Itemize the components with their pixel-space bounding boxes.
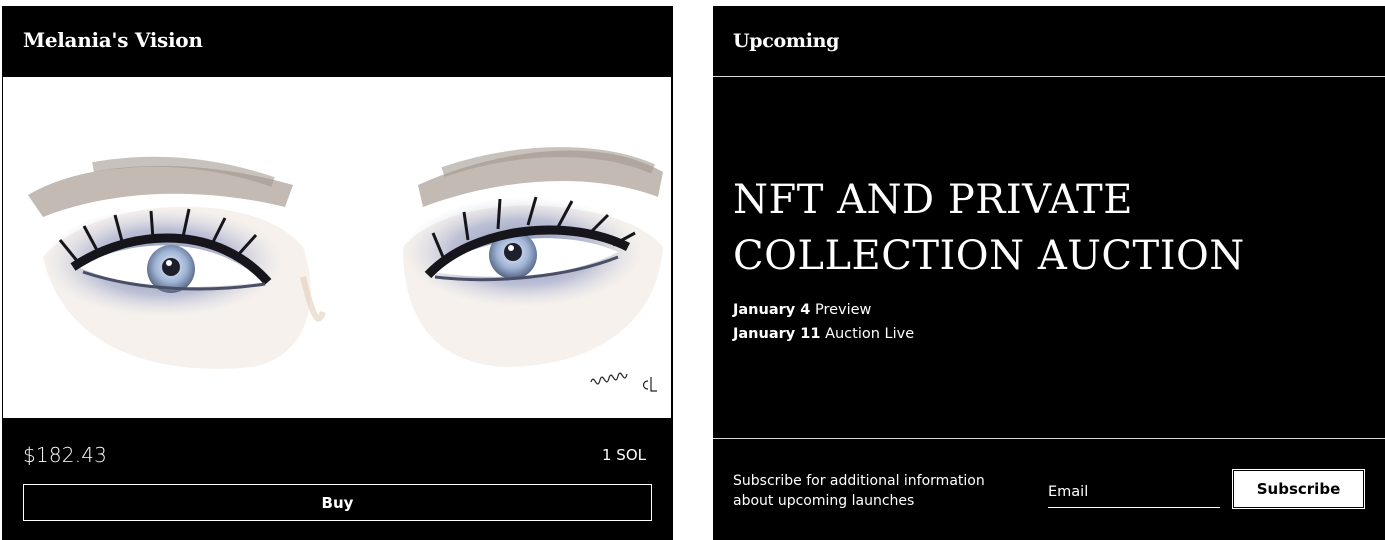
artwork-image	[28, 147, 663, 392]
subscribe-text: Subscribe for additional information abo…	[733, 473, 985, 509]
divider-bottom	[713, 438, 1385, 439]
divider-top	[713, 76, 1385, 77]
headline-line-2: COLLECTION AUCTION	[733, 233, 1245, 279]
date-auction-date: January 11	[733, 326, 821, 342]
date-preview-date: January 4	[733, 302, 811, 318]
product-title: Melania's Vision	[23, 28, 203, 52]
product-artwork[interactable]	[3, 77, 671, 418]
product-card: Melania's Vision $182.43 1 SOL Buy	[2, 6, 673, 540]
upcoming-title: Upcoming	[733, 30, 840, 52]
date-preview: January 4 Preview	[733, 302, 871, 318]
headline-line-1: NFT AND PRIVATE	[733, 177, 1133, 223]
upcoming-card: Upcoming NFT AND PRIVATE COLLECTION AUCT…	[713, 6, 1385, 540]
date-auction: January 11 Auction Live	[733, 326, 914, 342]
subscribe-button[interactable]: Subscribe	[1232, 469, 1365, 509]
email-field[interactable]	[1048, 476, 1220, 508]
date-auction-event: Auction Live	[825, 326, 915, 342]
price-sol: 1 SOL	[602, 446, 646, 464]
auction-headline: NFT AND PRIVATE COLLECTION AUCTION	[733, 172, 1373, 284]
date-preview-event: Preview	[814, 302, 872, 318]
price-usd: $182.43	[23, 443, 108, 467]
buy-button[interactable]: Buy	[23, 484, 652, 521]
